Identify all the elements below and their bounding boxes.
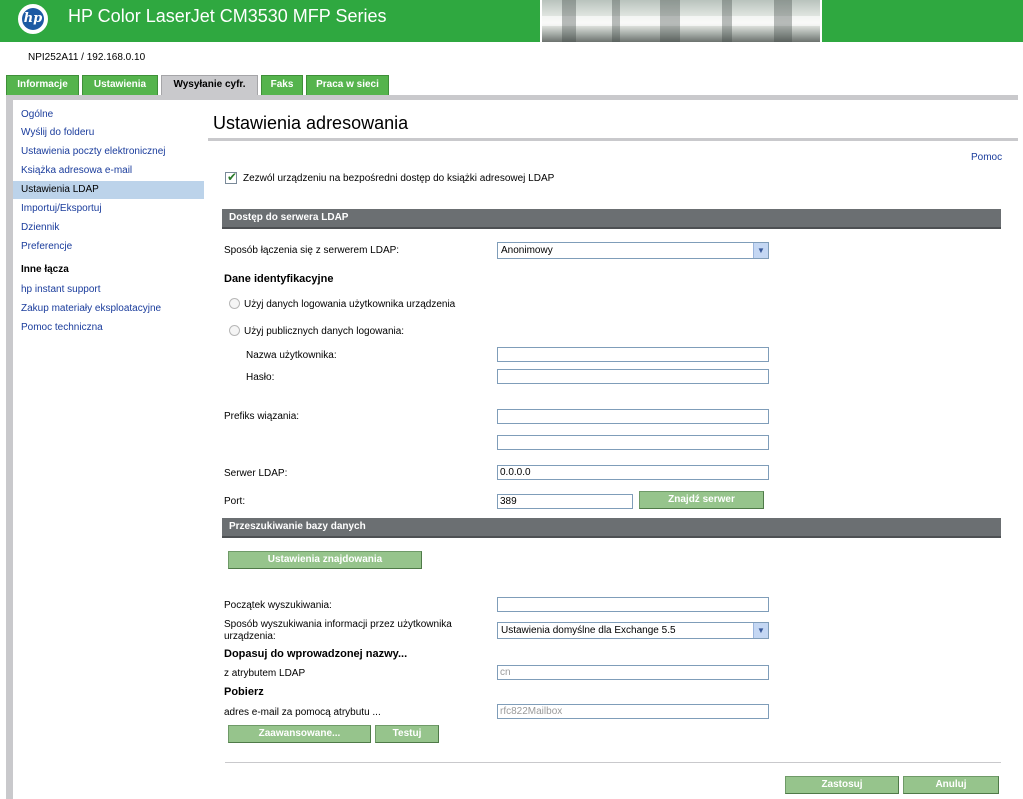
ldap-attribute-input[interactable]: cn [497,665,769,680]
password-label: Hasło: [246,372,275,383]
device-hostname: NPI252A11 / 192.168.0.10 [28,52,146,63]
test-button[interactable]: Testuj [375,725,439,743]
ldap-server-input[interactable]: 0.0.0.0 [497,465,769,480]
bind-prefix-input-1[interactable] [497,409,769,424]
help-link[interactable]: Pomoc [971,152,1002,163]
tab-wysylanie-cyfr[interactable]: Wysyłanie cyfr. [161,75,258,95]
radio-device-user-credentials[interactable] [229,298,240,309]
sidebar-item-importuj-eksportuj[interactable]: Importuj/Eksportuj [21,203,102,214]
tab-faks[interactable]: Faks [261,75,303,95]
apply-button[interactable]: Zastosuj [785,776,899,794]
sidebar-item-ustawienia-ldap[interactable]: Ustawienia LDAP [21,184,99,195]
cancel-button[interactable]: Anuluj [903,776,999,794]
search-method-value: Ustawienia domyślne dla Exchange 5.5 [501,625,676,636]
search-method-label-line2: urządzenia: [224,631,276,642]
bind-method-value: Anonimowy [501,245,553,256]
header-photo [540,0,822,42]
username-label: Nazwa użytkownika: [246,350,337,361]
password-input[interactable] [497,369,769,384]
link-zakup-materialow[interactable]: Zakup materiały eksploatacyjne [21,303,161,314]
match-heading: Dopasuj do wprowadzonej nazwy... [224,648,408,660]
allow-ldap-label: Zezwól urządzeniu na bezpośredni dostęp … [243,173,555,184]
link-hp-instant-support[interactable]: hp instant support [21,284,101,295]
checkmark-icon: ✔ [227,170,238,184]
header-bar: hp HP Color LaserJet CM3530 MFP Series [0,0,1023,42]
email-attribute-input[interactable]: rfc822Mailbox [497,704,769,719]
ldap-server-label: Serwer LDAP: [224,468,288,479]
ldap-attribute-label: z atrybutem LDAP [224,668,306,679]
sidebar-item-ustawienia-poczty[interactable]: Ustawienia poczty elektronicznej [21,146,166,157]
sidebar-item-ogolne[interactable]: Ogólne [21,109,53,120]
title-divider [208,138,1018,141]
search-settings-button[interactable]: Ustawienia znajdowania [228,551,422,569]
search-root-label: Początek wyszukiwania: [224,600,332,611]
tab-praca-w-sieci[interactable]: Praca w sieci [306,75,389,95]
product-title: HP Color LaserJet CM3530 MFP Series [68,6,387,26]
sidebar-item-preferencje[interactable]: Preferencje [21,241,72,252]
search-section-header: Przeszukiwanie bazy danych [222,518,1001,538]
chevron-down-icon: ▼ [753,623,768,638]
port-input[interactable]: 389 [497,494,633,509]
advanced-button[interactable]: Zaawansowane... [228,725,371,743]
port-label: Port: [224,496,246,507]
page-title: Ustawienia adresowania [213,113,409,133]
tab-informacje[interactable]: Informacje [6,75,79,95]
bottom-divider [225,762,1001,763]
radio-device-user-label: Użyj danych logowania użytkownika urządz… [244,299,456,310]
hp-logo: hp [18,4,48,34]
bind-prefix-input-2[interactable] [497,435,769,450]
credentials-heading: Dane identyfikacyjne [224,273,334,285]
find-server-button[interactable]: Znajdź serwer [639,491,764,509]
sidebar: Ogólne Wyślij do folderu Ustawienia pocz… [13,100,208,799]
allow-ldap-checkbox[interactable]: ✔ [225,170,238,184]
radio-public-credentials[interactable] [229,325,240,336]
search-method-label-line1: Sposób wyszukiwania informacji przez uży… [224,619,452,630]
email-attribute-label: adres e-mail za pomocą atrybutu ... [224,707,381,718]
link-pomoc-techniczna[interactable]: Pomoc techniczna [21,322,103,333]
bind-method-label: Sposób łączenia się z serwerem LDAP: [224,245,400,256]
ldap-section-header: Dostęp do serwera LDAP [222,209,1001,229]
search-root-input[interactable] [497,597,769,612]
search-method-select[interactable]: Ustawienia domyślne dla Exchange 5.5 ▼ [497,622,769,639]
radio-public-label: Użyj publicznych danych logowania: [244,326,405,337]
hp-logo-text: hp [22,8,44,30]
bind-prefix-label: Prefiks wiązania: [224,411,300,422]
username-input[interactable] [497,347,769,362]
retrieve-heading: Pobierz [224,686,264,698]
sidebar-item-ksiazka-adresowa[interactable]: Książka adresowa e-mail [21,165,132,176]
other-links-heading: Inne łącza [21,264,69,275]
sidebar-item-wyslij-do-folderu[interactable]: Wyślij do folderu [21,127,94,138]
bind-method-select[interactable]: Anonimowy ▼ [497,242,769,259]
tab-ustawienia[interactable]: Ustawienia [82,75,158,95]
chevron-down-icon: ▼ [753,243,768,258]
sidebar-item-dziennik[interactable]: Dziennik [21,222,59,233]
